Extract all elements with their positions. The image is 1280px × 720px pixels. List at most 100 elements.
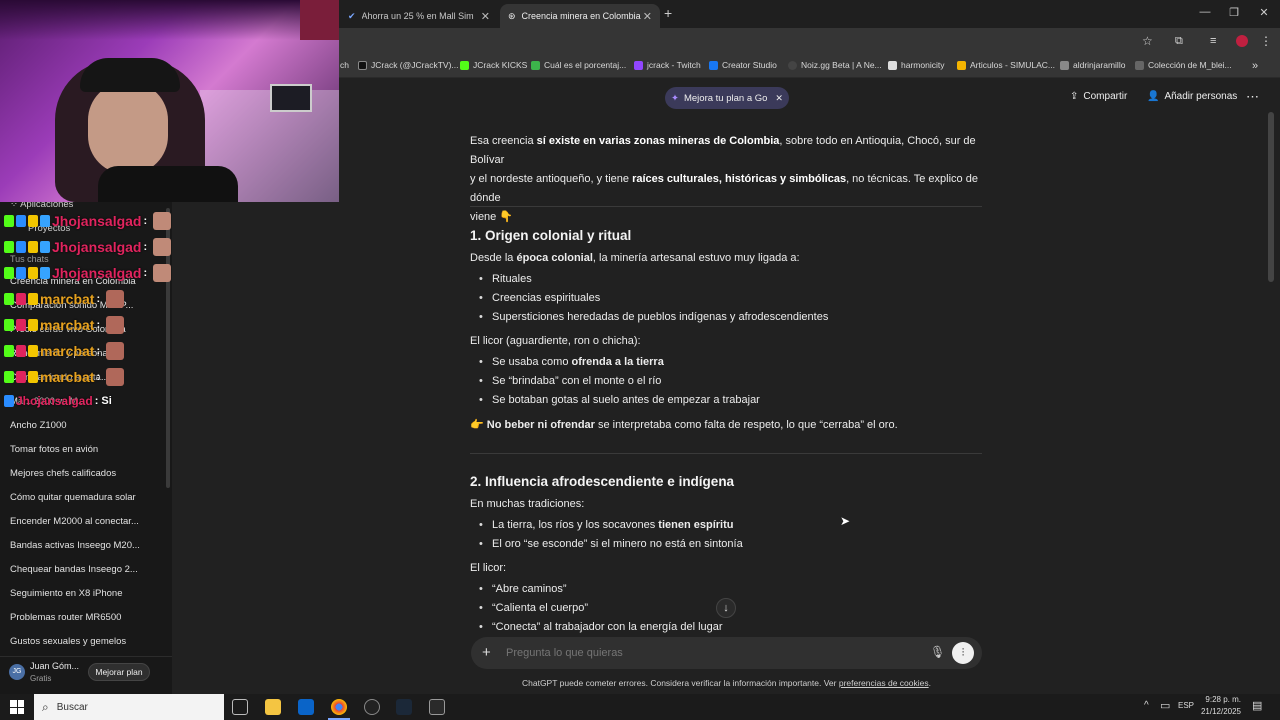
chat-message: : Si	[94, 395, 112, 407]
sidebar-chat-item[interactable]: Mejores chefs calificados	[10, 468, 116, 479]
bold-text: No beber ni ofrendar	[486, 419, 595, 431]
minimize-icon[interactable]: —	[1190, 6, 1220, 18]
epic-games-icon[interactable]	[429, 699, 445, 715]
emote-icon	[106, 368, 125, 386]
windows-start-icon[interactable]	[10, 700, 24, 714]
sidebar-chat-item[interactable]: Cómo quitar quemadura solar	[10, 492, 136, 503]
voice-mode-icon[interactable]: ⫶	[952, 642, 974, 664]
webcam-overlay	[0, 0, 339, 202]
media-icon[interactable]: ≡	[1210, 35, 1216, 47]
avatar[interactable]: JG	[9, 664, 25, 680]
scroll-down-icon[interactable]: ↓	[716, 598, 736, 618]
cookies-link[interactable]: preferencias de cookies	[839, 678, 929, 688]
kick-badge-icon	[4, 215, 14, 227]
close-icon[interactable]: ✕	[775, 93, 783, 104]
language-indicator[interactable]: ESP	[1178, 701, 1194, 710]
windows-taskbar: ⌕ Buscar ^ ▭ ESP 9:28 p. m. 21/12/2025 ▤	[0, 694, 1280, 720]
sidebar-chat-item[interactable]: Ancho Z1000	[10, 420, 67, 431]
prompt-input[interactable]	[506, 645, 906, 661]
bookmark-item[interactable]: Creator Studio	[709, 60, 777, 70]
upgrade-plan-button[interactable]: Mejorar plan	[88, 663, 150, 681]
crown-badge-icon	[28, 293, 38, 305]
webcam-sign	[300, 0, 339, 40]
chat-message: :	[96, 293, 101, 305]
file-explorer-icon[interactable]	[265, 699, 281, 715]
bookmark-item[interactable]: JCrack (@JCrackTV)...	[358, 60, 459, 70]
restore-icon[interactable]: ❐	[1219, 6, 1249, 19]
bookmark-item[interactable]: aldrinjaramillo	[1060, 60, 1125, 70]
kick-badge-icon	[4, 293, 14, 305]
sidebar-chat-item[interactable]: Problemas router MR6500	[10, 612, 121, 623]
bookmark-item[interactable]: Colección de M_blei...	[1135, 60, 1232, 70]
emote-icon	[153, 264, 172, 282]
add-people-label: Añadir personas	[1164, 91, 1238, 102]
sidebar-chat-item[interactable]: Bandas activas Inseego M20...	[10, 540, 140, 551]
steam-icon[interactable]	[396, 699, 412, 715]
bookmark-item[interactable]: Articulos - SIMULAC...	[957, 60, 1055, 70]
bookmark-item[interactable]: Noiz.gg Beta | A Ne...	[788, 60, 882, 70]
chrome-icon[interactable]	[331, 699, 347, 715]
list-item: Creencias espirituales	[479, 292, 600, 304]
share-button[interactable]: ⇪ Compartir	[1070, 91, 1127, 102]
bookmark-label: ch	[340, 60, 349, 70]
notifications-icon[interactable]: ▤	[1252, 699, 1262, 712]
clock-date[interactable]: 21/12/2025	[1199, 707, 1241, 716]
bookmark-item[interactable]: Cuál es el porcentaj...	[531, 60, 626, 70]
tab-label: Ahorra un 25 % en Mall Simula	[361, 11, 474, 21]
sidebar-chat-item[interactable]: Chequear bandas Inseego 2...	[10, 564, 138, 575]
chatgpt-icon: ⊛	[508, 10, 516, 21]
more-bookmarks-icon[interactable]: »	[1252, 60, 1258, 72]
sidebar-chat-item[interactable]: Gustos sexuales y gemelos	[10, 636, 126, 647]
star-icon[interactable]: ☆	[1142, 34, 1153, 48]
obs-icon[interactable]	[364, 699, 380, 715]
tab-label: Creencia minera en Colombia	[521, 11, 641, 21]
kick-badge-icon	[4, 371, 14, 383]
clock-time[interactable]: 9:28 p. m.	[1199, 695, 1241, 704]
paragraph: En muchas tradiciones:	[470, 498, 585, 510]
disclaimer-text: ChatGPT puede cometer errores. Considera…	[521, 678, 839, 688]
bookmark-item[interactable]: jcrack - Twitch	[634, 60, 701, 70]
search-icon: ⌕	[42, 699, 49, 714]
main-scrollbar[interactable]	[1268, 112, 1274, 282]
close-tab-icon[interactable]: ✕	[643, 10, 652, 23]
outlook-icon[interactable]	[298, 699, 314, 715]
paragraph: El licor (aguardiente, ron o chicha):	[470, 335, 641, 347]
menu-icon[interactable]: ⋮	[1260, 34, 1272, 48]
crown-badge-icon	[28, 371, 38, 383]
list-item: “Abre caminos”	[479, 583, 567, 595]
bookmark-item[interactable]: harmonicity	[888, 60, 944, 70]
new-tab-icon[interactable]: +	[664, 5, 672, 21]
stream-chat-line: marcbat:	[4, 368, 125, 386]
bookmark-item[interactable]: JCrack KICKS	[460, 60, 527, 70]
extensions-icon[interactable]: ⧉	[1175, 35, 1183, 48]
pointing-hand-icon: 👉	[470, 419, 484, 431]
text: viene 👇	[470, 211, 514, 223]
user-name[interactable]: Juan Góm...	[30, 661, 79, 671]
chevron-up-icon[interactable]: ^	[1144, 700, 1149, 711]
sidebar-chat-item[interactable]: Tomar fotos en avión	[10, 444, 98, 455]
more-options-icon[interactable]: ⋯	[1246, 89, 1259, 105]
microphone-icon[interactable]: 🎙	[930, 645, 945, 659]
sidebar-chat-item[interactable]: Seguimiento en X8 iPhone	[10, 588, 123, 599]
sidebar-chat-item[interactable]: Encender M2000 al conectar...	[10, 516, 139, 527]
taskbar-search[interactable]: ⌕ Buscar	[34, 694, 224, 720]
divider	[470, 453, 982, 454]
close-tab-icon[interactable]: ✕	[481, 10, 490, 23]
chat-message: :	[96, 371, 101, 383]
close-window-icon[interactable]: ✕	[1249, 6, 1279, 19]
gift-badge-icon	[28, 267, 38, 279]
plus-icon[interactable]: +	[482, 644, 491, 661]
mouse-cursor-icon: ➤	[840, 514, 851, 528]
og-badge-icon	[40, 215, 50, 227]
tab-mall-simulator[interactable]: ✔ Ahorra un 25 % en Mall Simula ✕	[340, 4, 498, 28]
harmonicity-icon	[888, 60, 897, 70]
og-badge-icon	[40, 241, 50, 253]
tab-creencia-minera[interactable]: ⊛ Creencia minera en Colombia ✕	[500, 4, 660, 28]
upgrade-go-pill[interactable]: ✦ Mejora tu plan a Go ✕	[665, 87, 789, 109]
kick-badge-icon	[4, 241, 14, 253]
add-people-button[interactable]: 👤 Añadir personas	[1147, 91, 1237, 102]
task-view-icon[interactable]	[232, 699, 248, 715]
display-icon[interactable]: ▭	[1160, 699, 1170, 712]
bookmark-item[interactable]: ch	[340, 60, 349, 70]
profile-icon[interactable]	[1236, 35, 1248, 47]
